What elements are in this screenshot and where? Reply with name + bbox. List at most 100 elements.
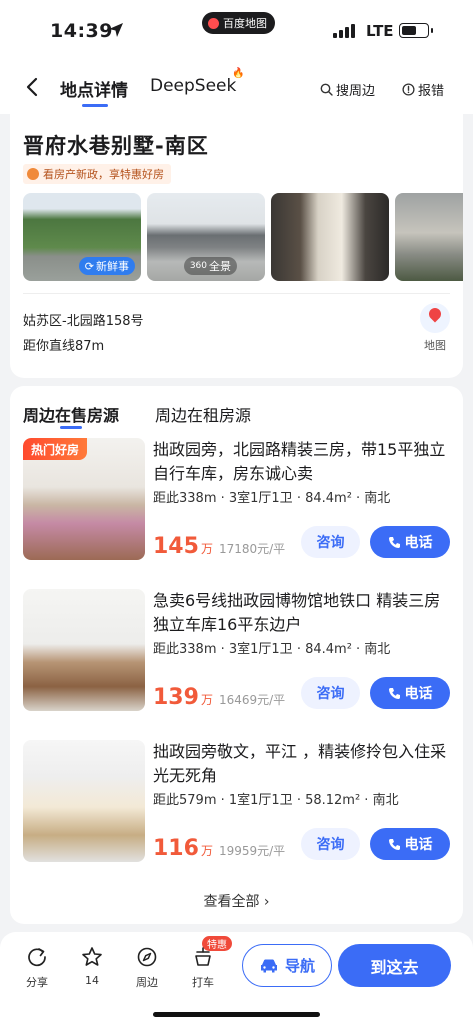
- promo-text: 看房产新政，享特惠好房: [43, 168, 164, 181]
- favorite-button[interactable]: 14: [72, 946, 112, 987]
- nav-header: 地点详情 DeepSeek 🔥 搜周边 报错: [0, 62, 473, 114]
- promo-icon: [27, 168, 39, 180]
- go-here-button[interactable]: 到这去: [338, 944, 451, 987]
- nearby-label: 周边: [136, 976, 158, 989]
- refresh-icon: ⟳: [84, 259, 94, 273]
- listing-price: 116 万 19959元/平: [153, 836, 285, 861]
- battery-icon: [399, 23, 433, 38]
- signal-icon: [333, 24, 355, 38]
- price-unit: 万: [200, 693, 213, 707]
- listing-photo: [23, 740, 145, 862]
- call-button[interactable]: 电话: [370, 526, 450, 558]
- consult-button[interactable]: 咨询: [301, 677, 360, 709]
- status-time: 14:39: [50, 20, 113, 42]
- app-pill-label: 百度地图: [223, 17, 267, 30]
- photo-thumbnail[interactable]: [395, 193, 463, 281]
- call-label: 电话: [404, 535, 433, 551]
- price-value: 116: [153, 836, 199, 861]
- navigate-label: 导航: [284, 957, 315, 975]
- fresh-news-label: 新鲜事: [96, 260, 129, 273]
- listing-meta: 距此579m · 1室1厅1卫 · 58.12m² · 南北: [153, 793, 399, 808]
- taxi-label: 打车: [192, 976, 214, 989]
- listing-item[interactable]: 急卖6号线拙政园博物馆地铁口 精装三房 独立车库16平东边户 距此338m · …: [10, 589, 463, 715]
- photo-thumbnail[interactable]: [271, 193, 389, 281]
- listing-item[interactable]: 拙政园旁敬文，平江 ，精装修拎包入住采光无死角 距此579m · 1室1厅1卫 …: [10, 740, 463, 866]
- call-label: 电话: [404, 686, 433, 702]
- compass-icon: [137, 947, 157, 967]
- taxi-icon: [195, 947, 211, 966]
- map-label: 地图: [424, 339, 446, 352]
- distance: 距你直线87m: [23, 339, 105, 354]
- consult-button[interactable]: 咨询: [301, 828, 360, 860]
- view-all-link[interactable]: 查看全部 ›: [10, 891, 463, 911]
- place-title: 晋府水巷别墅-南区: [23, 134, 209, 158]
- phone-icon: [388, 687, 400, 699]
- panorama-label: 全景: [209, 260, 231, 273]
- photo-thumbnail[interactable]: ⟳ 新鲜事: [23, 193, 141, 281]
- unit-price: 17180元/平: [218, 542, 286, 556]
- phone-icon: [388, 536, 400, 548]
- listing-title: 急卖6号线拙政园博物馆地铁口 精装三房 独立车库16平东边户: [153, 591, 441, 634]
- listing-item[interactable]: 热门好房 拙政园旁，北园路精装三房，带15平独立自行车库，房东诚心卖 距此338…: [10, 438, 463, 564]
- price-value: 145: [153, 534, 199, 559]
- star-icon: [82, 947, 102, 966]
- listing-meta: 距此338m · 3室1厅1卫 · 84.4m² · 南北: [153, 642, 391, 657]
- fire-icon: 🔥: [232, 68, 245, 79]
- promo-banner[interactable]: 看房产新政，享特惠好房: [23, 164, 171, 184]
- active-tab-indicator: [82, 104, 108, 107]
- listing-title: 拙政园旁敬文，平江 ，精装修拎包入住采光无死角: [153, 742, 447, 785]
- tab-for-rent[interactable]: 周边在租房源: [155, 402, 251, 426]
- search-nearby-label: 搜周边: [336, 84, 376, 99]
- listing-photo: [23, 589, 145, 711]
- search-nearby-button[interactable]: 搜周边: [320, 80, 375, 99]
- panorama-badge: 360 全景: [183, 257, 237, 275]
- location-arrow-icon: [109, 23, 123, 37]
- call-label: 电话: [404, 837, 433, 853]
- tab-deepseek[interactable]: DeepSeek: [150, 76, 236, 96]
- panorama-360-label: 360: [189, 261, 207, 271]
- map-pin-icon: [420, 303, 450, 333]
- hot-badge: 热门好房: [23, 438, 88, 460]
- listing-price: 139 万 16469元/平: [153, 685, 285, 710]
- network-type: LTE: [366, 22, 394, 40]
- fresh-news-badge: ⟳ 新鲜事: [78, 257, 135, 275]
- photo-strip[interactable]: ⟳ 新鲜事 360 全景: [23, 193, 463, 281]
- nearby-button[interactable]: 周边: [127, 946, 167, 990]
- unit-price: 16469元/平: [218, 693, 286, 707]
- share-icon: [28, 948, 46, 967]
- price-unit: 万: [200, 542, 213, 556]
- listing-price: 145 万 17180元/平: [153, 534, 285, 559]
- back-icon[interactable]: [22, 76, 44, 98]
- active-listing-tab-indicator: [60, 426, 82, 429]
- baidu-map-icon: [208, 17, 219, 29]
- unit-price: 19959元/平: [218, 844, 286, 858]
- app-return-pill[interactable]: 百度地图: [202, 12, 275, 34]
- call-button[interactable]: 电话: [370, 677, 450, 709]
- consult-button[interactable]: 咨询: [301, 526, 360, 558]
- share-label: 分享: [26, 976, 48, 989]
- place-detail-card: 晋府水巷别墅-南区 看房产新政，享特惠好房 ⟳ 新鲜事 360 全景 姑苏区-北…: [10, 114, 463, 378]
- status-bar: 14:39 百度地图 LTE: [0, 0, 473, 62]
- tab-for-sale[interactable]: 周边在售房源: [23, 402, 119, 426]
- call-button[interactable]: 电话: [370, 828, 450, 860]
- navigate-button[interactable]: 导航: [242, 944, 332, 987]
- report-error-label: 报错: [418, 84, 445, 99]
- map-button[interactable]: 地图: [418, 303, 452, 353]
- home-indicator: [153, 1012, 320, 1017]
- alert-icon: [402, 83, 415, 96]
- listing-title: 拙政园旁，北园路精装三房，带15平独立自行车库，房东诚心卖: [153, 440, 446, 483]
- taxi-button[interactable]: 打车: [183, 946, 223, 990]
- price-value: 139: [153, 685, 199, 710]
- favorites-count: 14: [85, 974, 99, 987]
- phone-icon: [388, 838, 400, 850]
- listing-photo: 热门好房: [23, 438, 145, 560]
- photo-thumbnail[interactable]: 360 全景: [147, 193, 265, 281]
- address: 姑苏区-北园路158号: [23, 314, 144, 329]
- search-icon: [320, 83, 333, 96]
- bottom-action-bar: 分享 14 周边 特惠 打车 导航 到这去: [0, 932, 473, 1024]
- report-error-button[interactable]: 报错: [402, 80, 444, 99]
- divider: [23, 293, 450, 294]
- share-button[interactable]: 分享: [17, 946, 57, 990]
- tab-place-detail[interactable]: 地点详情: [60, 76, 128, 101]
- nearby-listings-card: 周边在售房源 周边在租房源 热门好房 拙政园旁，北园路精装三房，带15平独立自行…: [10, 386, 463, 924]
